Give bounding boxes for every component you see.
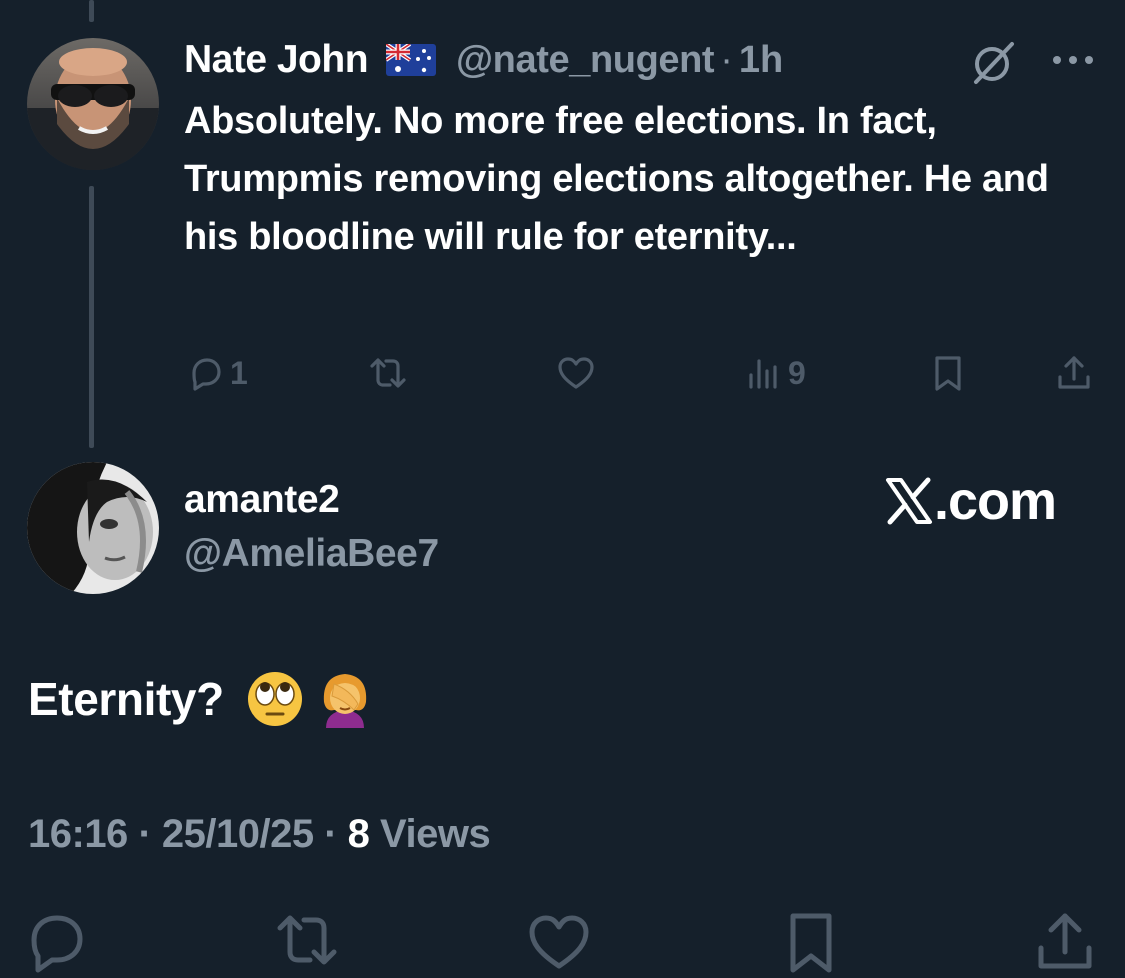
heart-icon <box>529 915 589 969</box>
reply-bar-button[interactable] <box>24 908 94 978</box>
parent-tweet-header: Nate John @nate_nugent · 1h <box>184 34 783 86</box>
parent-tweet-text: Absolutely. No more free elections. In f… <box>184 100 1049 258</box>
views-icon <box>749 359 777 389</box>
reply-author-handle[interactable]: @AmeliaBee7 <box>184 532 439 576</box>
reply-author-name[interactable]: amante2 <box>184 478 340 522</box>
retweet-icon <box>370 358 406 388</box>
bookmark-icon <box>790 913 832 973</box>
x-logo-icon <box>886 477 932 525</box>
reply-icon <box>31 915 83 973</box>
face-with-rolling-eyes-icon <box>246 670 304 728</box>
reply-views-label[interactable]: Views <box>380 812 491 856</box>
avatar-nate-john[interactable] <box>27 38 159 170</box>
bookmark-bar-button[interactable] <box>778 908 848 978</box>
parent-tweet-time[interactable]: 1h <box>739 39 783 82</box>
timestamp-time[interactable]: 16:16 <box>28 812 128 856</box>
share-action[interactable] <box>1054 348 1094 398</box>
more-options-icon[interactable] <box>1050 50 1096 70</box>
reply-count: 1 <box>230 354 248 391</box>
reply-views-count[interactable]: 8 <box>348 812 370 856</box>
views-count: 9 <box>788 354 806 391</box>
grok-icon[interactable] <box>968 36 1020 88</box>
watermark-text: .com <box>934 471 1057 531</box>
woman-facepalming-icon <box>316 670 374 728</box>
views-action[interactable]: 9 <box>744 348 806 398</box>
bookmark-icon <box>935 356 961 391</box>
reply-icon <box>192 358 221 391</box>
thread-connector-bottom <box>89 186 94 448</box>
reply-tweet-text-row: Eternity? <box>28 670 374 728</box>
like-action[interactable] <box>556 348 596 398</box>
heart-icon <box>558 357 594 389</box>
retweet-action[interactable] <box>368 348 408 398</box>
retweet-icon <box>277 915 337 965</box>
reply-action[interactable]: 1 <box>186 348 248 398</box>
parent-author-name[interactable]: Nate John <box>184 38 369 82</box>
share-icon <box>1058 356 1090 389</box>
avatar-amante2[interactable] <box>27 462 159 594</box>
tweet-thread-page: Nate John @nate_nugent · 1h Absolutely. … <box>0 0 1125 978</box>
share-bar-button[interactable] <box>1032 908 1102 978</box>
x-com-watermark: .com <box>884 470 1057 532</box>
parent-author-handle[interactable]: @nate_nugent <box>456 39 715 82</box>
reply-tweet-text: Eternity? <box>28 673 224 725</box>
australia-flag-icon <box>384 42 437 76</box>
thread-connector-top <box>89 0 94 22</box>
timestamp-separator: · <box>324 812 338 856</box>
like-bar-button[interactable] <box>526 908 596 978</box>
header-separator: · <box>720 38 733 81</box>
timestamp-date[interactable]: 25/10/25 <box>162 812 314 856</box>
reply-timestamp: 16:16 · 25/10/25 · 8 Views <box>28 812 491 857</box>
retweet-bar-button[interactable] <box>274 908 344 978</box>
timestamp-separator: · <box>138 812 152 856</box>
bookmark-action[interactable] <box>928 348 968 398</box>
share-icon <box>1038 913 1092 969</box>
